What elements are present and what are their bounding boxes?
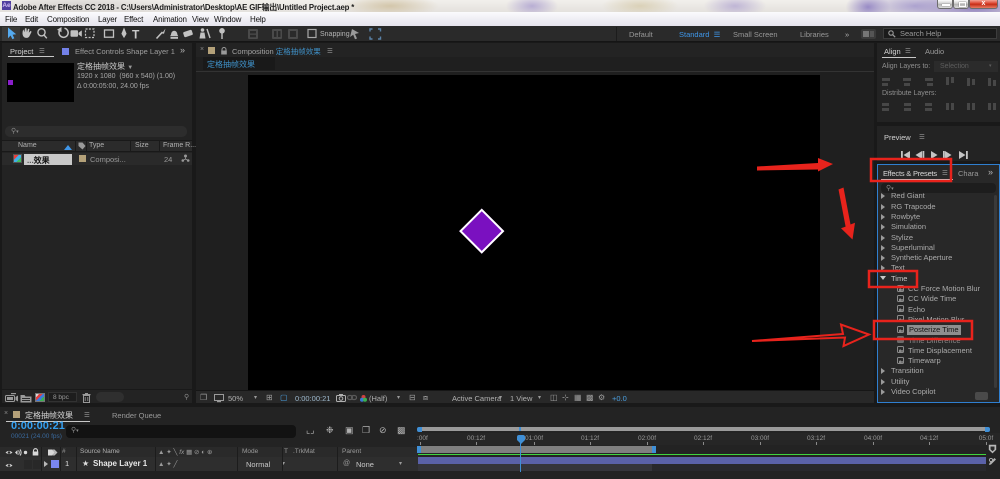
svg-text:T: T: [132, 27, 140, 41]
